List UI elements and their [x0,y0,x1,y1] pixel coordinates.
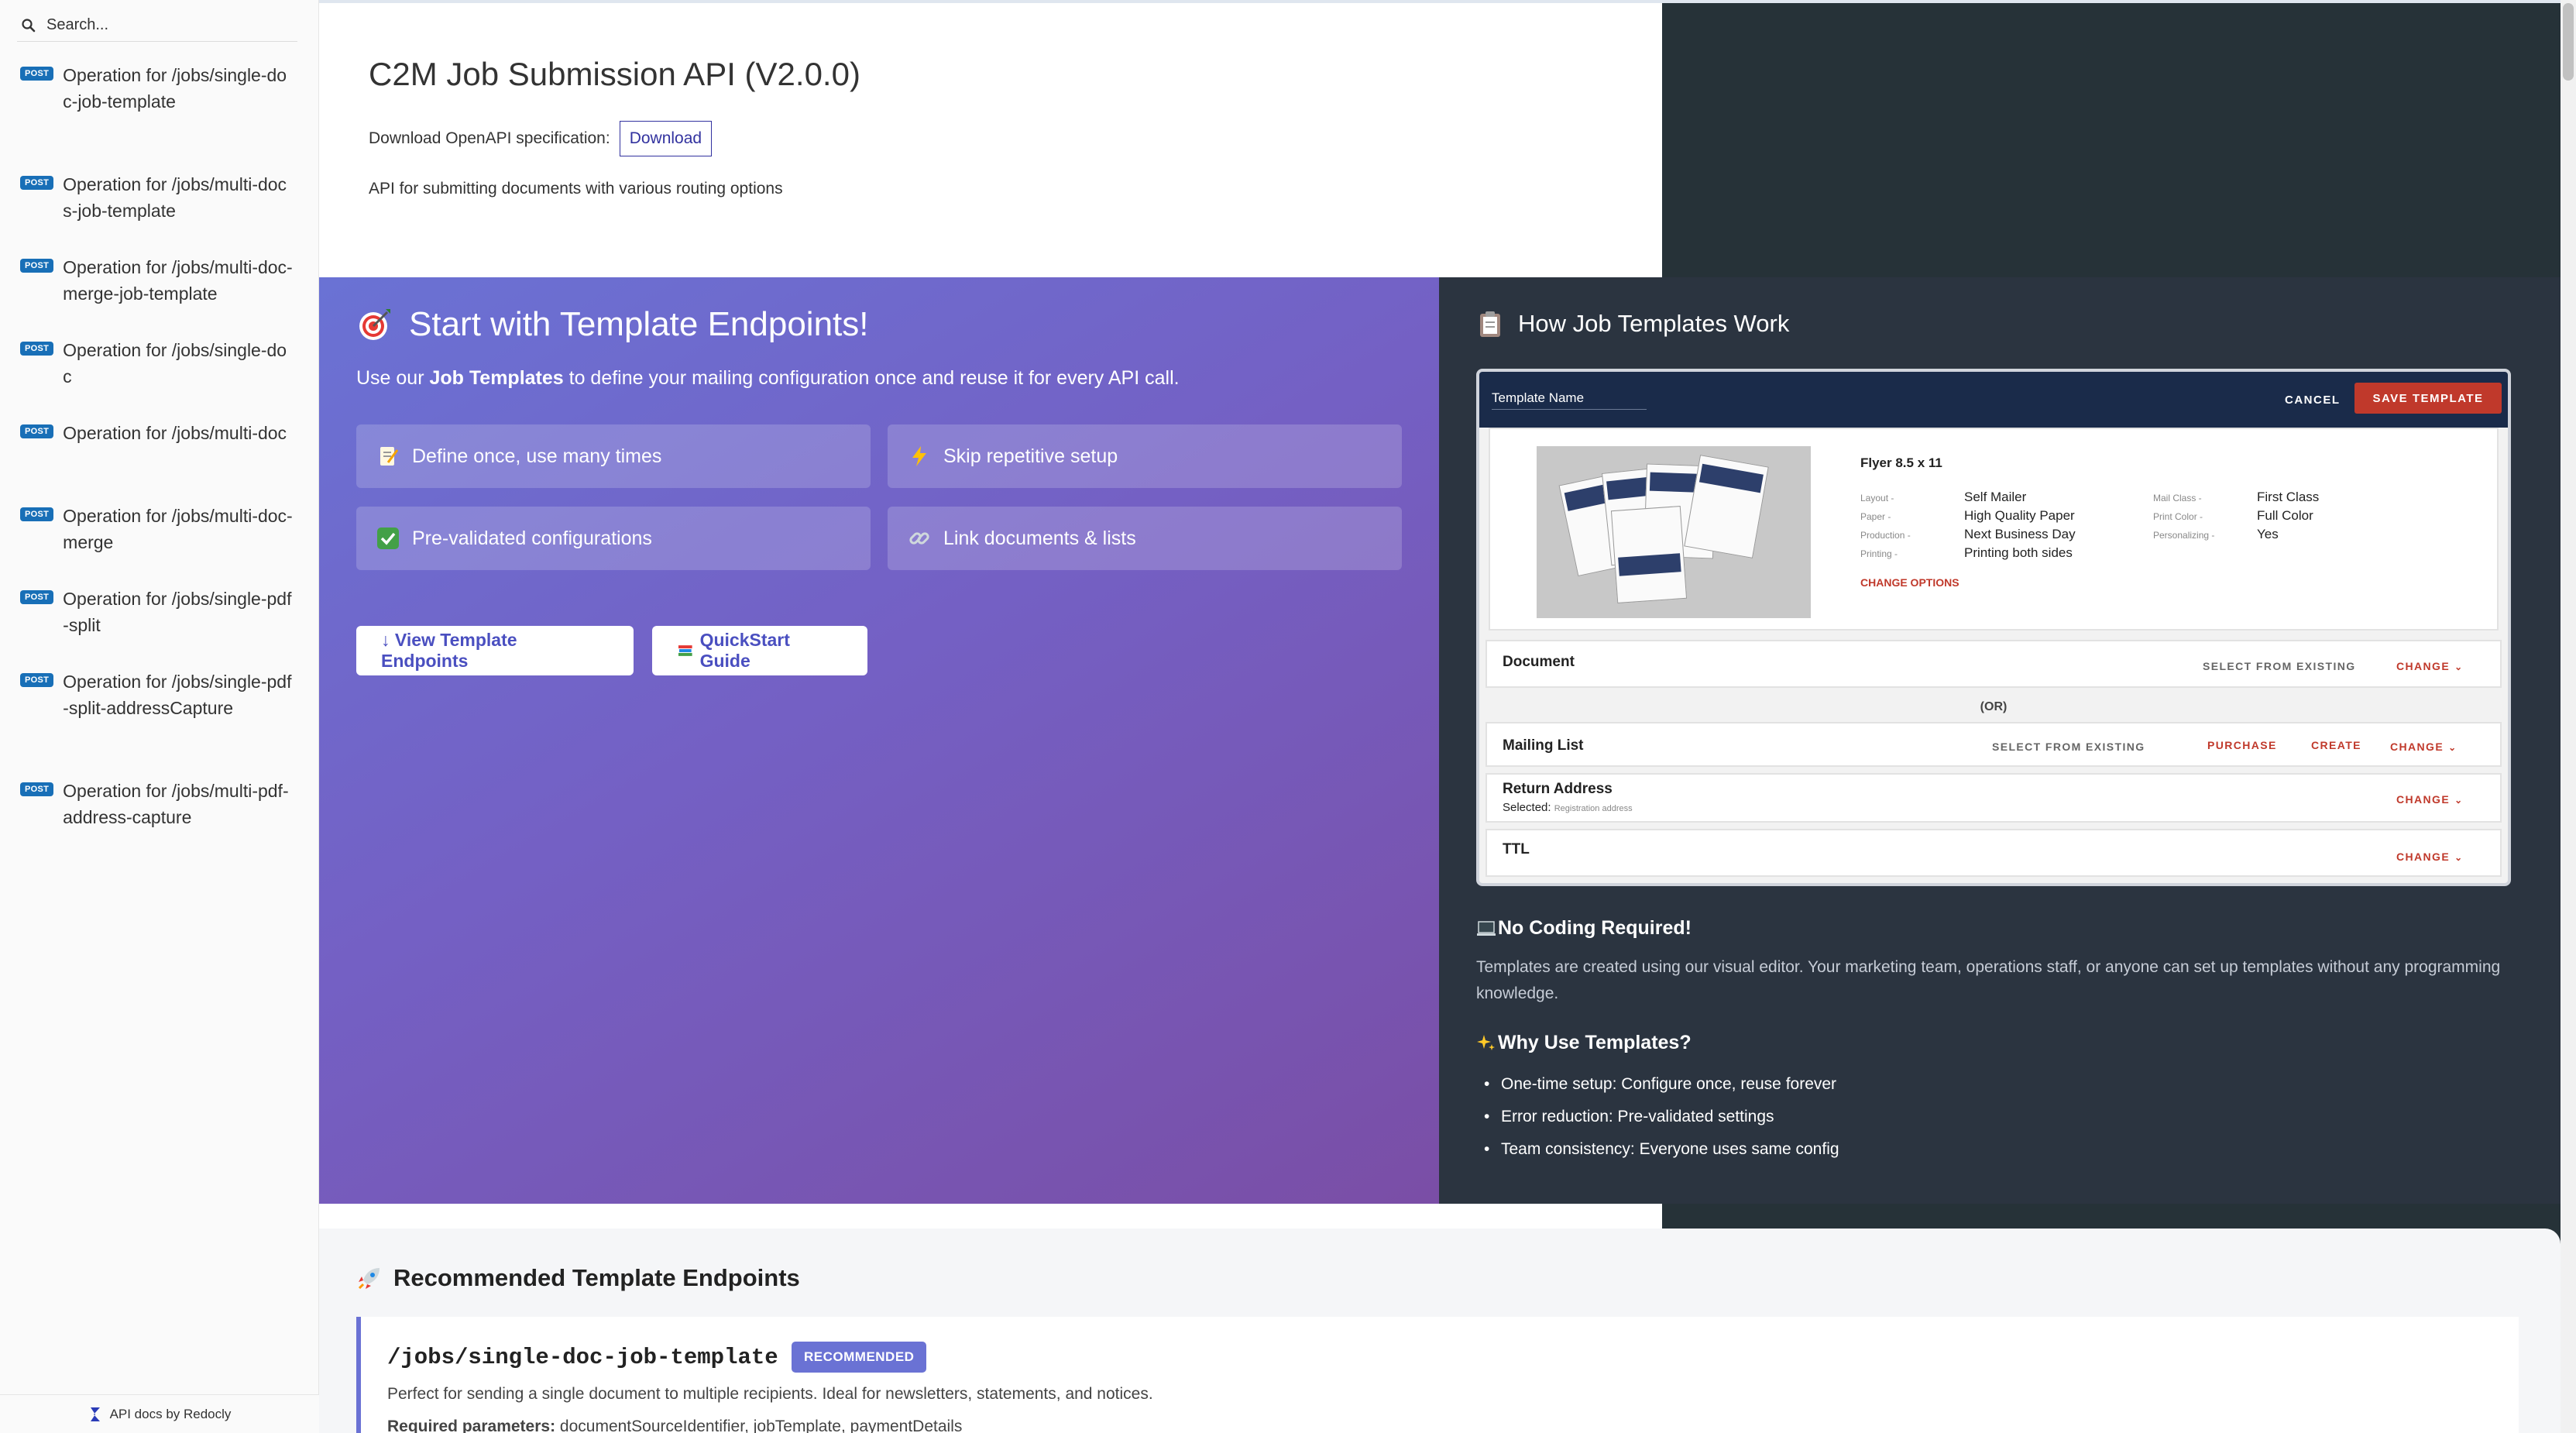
target-icon [359,309,390,340]
sidebar-item-label: Operation for /jobs/single-doc [63,340,287,387]
how-templates-work-panel: How Job Templates Work Template Name CAN… [1439,277,2561,1204]
feature-label: Pre-validated configurations [412,527,652,549]
template-hero: Start with Template Endpoints! Use our J… [319,277,1439,1204]
download-label: Download OpenAPI specification: [369,129,610,147]
mock-product-card: Flyer 8.5 x 11 Layout - Self Mailer Pape… [1489,428,2499,631]
sidebar-item-multi-docs-job-template[interactable]: POST Operation for /jobs/multi-docs-job-… [20,171,301,224]
rocket-icon [358,1268,380,1290]
feature-define-once: Define once, use many times [356,424,871,488]
endpoint-description: Perfect for sending a single document to… [387,1385,1153,1403]
laptop-icon [1477,920,1496,936]
sidebar-item-single-doc-job-template[interactable]: POST Operation for /jobs/single-doc-job-… [20,62,301,115]
hero-title-text: Start with Template Endpoints! [409,305,869,343]
no-coding-text: Templates are created using our visual e… [1476,958,2501,1002]
mock-ttl-row: TTL CHANGE ⌄ [1485,829,2502,877]
why-item: Error reduction: Pre-validated settings [1484,1108,1774,1126]
endpoint-path: /jobs/single-doc-job-template [387,1345,778,1370]
sidebar-item-label: Operation for /jobs/single-doc-job-templ… [63,65,287,112]
scrollbar-thumb[interactable] [2563,3,2574,81]
feature-link-docs: Link documents & lists [888,507,1402,570]
hero-title: Start with Template Endpoints! [356,305,869,344]
search-icon [17,14,40,37]
mock-cancel: CANCEL [2285,393,2341,407]
download-button[interactable]: Download [619,121,713,156]
lightning-icon [908,445,931,468]
post-badge: POST [20,424,54,438]
search-bar[interactable] [17,9,297,42]
no-coding-heading: No Coding Required! [1476,917,1692,940]
feature-pre-validated: Pre-validated configurations [356,507,871,570]
mock-return-address-row: Return Address Selected: Registration ad… [1485,773,2502,823]
feature-label: Define once, use many times [412,445,662,467]
post-badge: POST [20,67,54,81]
sidebar-item-single-pdf-split-addresscapture[interactable]: POST Operation for /jobs/single-pdf-spli… [20,668,301,721]
api-title: C2M Job Submission API (V2.0.0) [369,56,860,92]
post-badge: POST [20,342,54,356]
link-icon [908,527,931,550]
quickstart-guide-button[interactable]: QuickStart Guide [652,626,867,675]
download-row: Download OpenAPI specification: Download [369,121,713,156]
recommended-section: Recommended Template Endpoints /jobs/sin… [319,1229,2561,1433]
memo-icon [376,445,400,468]
mock-change-options: CHANGE OPTIONS [1860,576,1959,589]
feature-label: Skip repetitive setup [943,445,1118,467]
scrollbar-track[interactable] [2561,0,2576,1433]
sidebar-item-label: Operation for /jobs/multi-doc [63,423,287,443]
sidebar-item-label: Operation for /jobs/single-pdf-split-add… [63,672,292,718]
endpoint-required-params: Required parameters: documentSourceIdent… [387,1418,963,1433]
sidebar-item-label: Operation for /jobs/multi-pdf-address-ca… [63,781,289,827]
books-icon [678,645,692,656]
post-badge: POST [20,673,54,687]
mock-save-template: SAVE TEMPLATE [2354,383,2502,414]
sidebar-item-label: Operation for /jobs/multi-doc-merge-job-… [63,257,293,304]
template-editor-screenshot: Template Name CANCEL SAVE TEMPLATE Flyer… [1476,369,2511,886]
sidebar: POST Operation for /jobs/single-doc-job-… [0,0,319,1433]
sidebar-item-label: Operation for /jobs/single-pdf-split [63,589,292,635]
mock-mailing-list-row: Mailing List SELECT FROM EXISTING PURCHA… [1485,722,2502,767]
search-input[interactable] [40,16,273,34]
feature-skip-setup: Skip repetitive setup [888,424,1402,488]
mock-document-row: Document SELECT FROM EXISTING CHANGE ⌄ [1485,640,2502,688]
redocly-footer-text: API docs by Redocly [109,1406,232,1421]
recommended-title: Recommended Template Endpoints [356,1264,800,1292]
mock-header: Template Name CANCEL SAVE TEMPLATE [1479,372,2508,428]
mock-or: (OR) [1980,700,2008,713]
why-item: One-time setup: Configure once, reuse fo… [1484,1075,1836,1094]
main-content: C2M Job Submission API (V2.0.0) Download… [319,0,2576,1433]
sidebar-item-multi-pdf-address-capture[interactable]: POST Operation for /jobs/multi-pdf-addre… [20,778,301,830]
mock-template-name: Template Name [1492,390,1647,410]
mock-flyer-title: Flyer 8.5 x 11 [1860,455,1942,470]
sidebar-item-multi-doc[interactable]: POST Operation for /jobs/multi-doc [20,420,301,446]
post-badge: POST [20,259,54,273]
sidebar-item-multi-doc-merge-job-template[interactable]: POST Operation for /jobs/multi-doc-merge… [20,254,301,307]
recommended-badge: RECOMMENDED [792,1342,927,1373]
sidebar-item-single-doc[interactable]: POST Operation for /jobs/single-doc [20,337,301,390]
redocly-footer-link[interactable]: API docs by Redocly [0,1394,319,1433]
redocly-logo-icon [90,1407,100,1421]
clipboard-icon [1480,311,1500,337]
why-item: Team consistency: Everyone uses same con… [1484,1140,1839,1159]
hero-subtitle: Use our Job Templates to define your mai… [356,367,1180,389]
post-badge: POST [20,507,54,521]
post-badge: POST [20,176,54,190]
flyer-image [1537,446,1811,618]
sidebar-item-label: Operation for /jobs/multi-docs-job-templ… [63,174,287,221]
endpoint-card[interactable]: /jobs/single-doc-job-template RECOMMENDE… [356,1317,2519,1433]
howto-title: How Job Templates Work [1476,310,1789,338]
sidebar-item-multi-doc-merge[interactable]: POST Operation for /jobs/multi-doc-merge [20,503,301,555]
view-template-endpoints-button[interactable]: ↓ View Template Endpoints [356,626,634,675]
api-description: API for submitting documents with variou… [369,180,783,198]
check-icon [376,527,400,550]
sparkles-icon [1477,1034,1495,1050]
post-badge: POST [20,590,54,604]
sidebar-item-single-pdf-split[interactable]: POST Operation for /jobs/single-pdf-spli… [20,586,301,638]
feature-label: Link documents & lists [943,527,1136,549]
sidebar-item-label: Operation for /jobs/multi-doc-merge [63,506,293,552]
why-templates-heading: Why Use Templates? [1476,1032,1692,1054]
post-badge: POST [20,782,54,796]
